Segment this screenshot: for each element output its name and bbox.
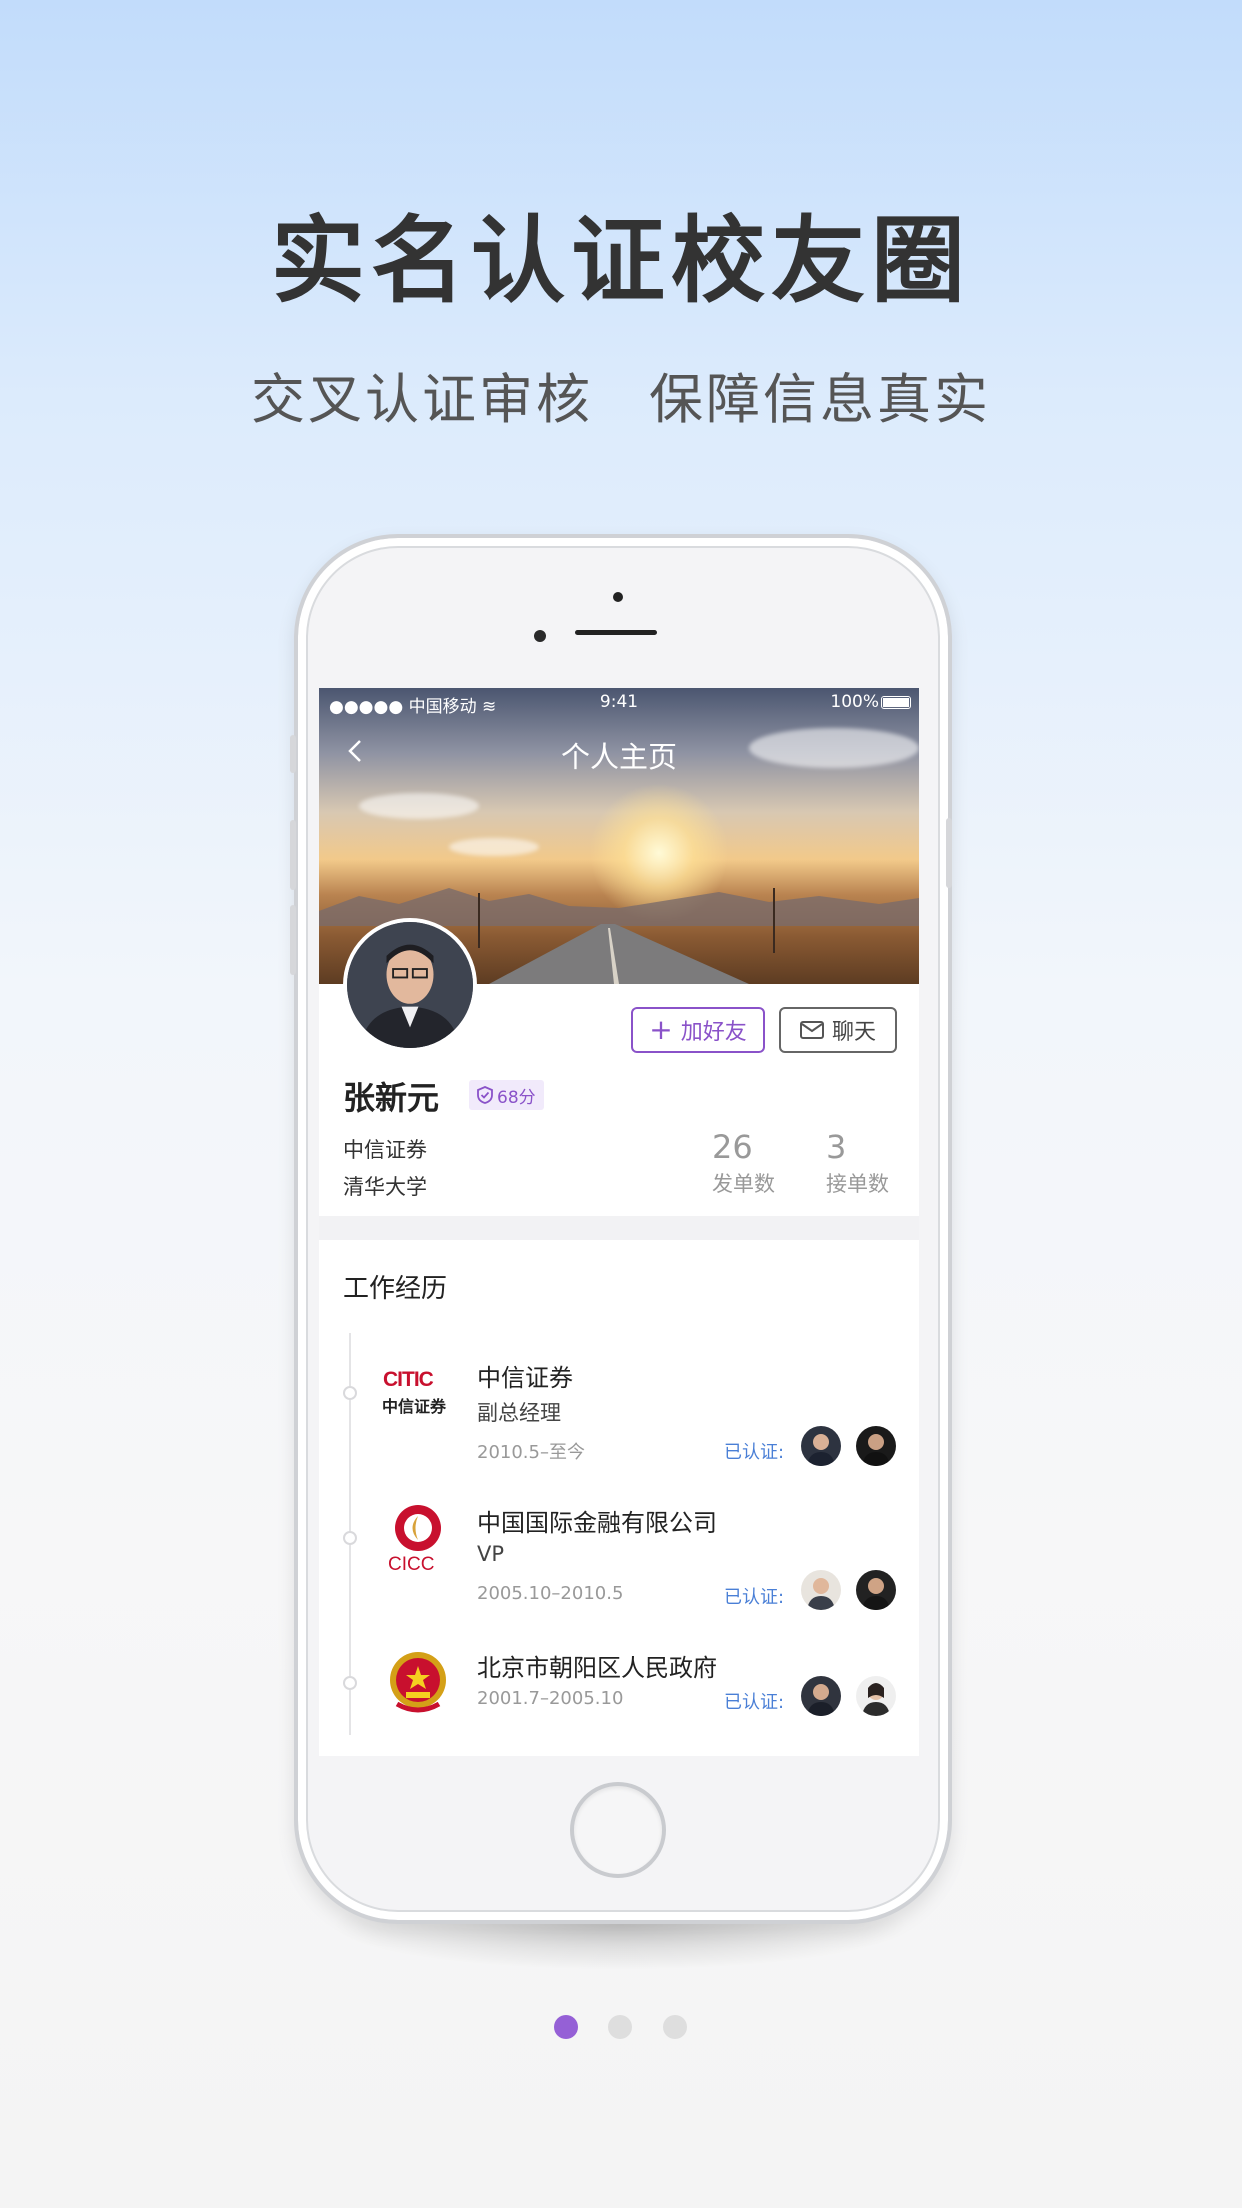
verifier-portrait xyxy=(862,1578,890,1610)
timeline-dot xyxy=(343,1386,357,1400)
mute-switch xyxy=(290,735,296,773)
plus-icon: + xyxy=(649,1013,673,1046)
job-period: 2001.7–2005.10 xyxy=(477,1688,624,1709)
citic-logo: CITIC 中信证券 xyxy=(379,1356,457,1434)
page-title: 个人主页 xyxy=(560,740,677,774)
verified-label: 已认证: xyxy=(724,1587,785,1608)
verifier-portrait xyxy=(862,1434,890,1466)
home-button[interactable] xyxy=(570,1782,666,1878)
page-dot-3[interactable] xyxy=(663,2015,687,2039)
verifier-portrait xyxy=(807,1684,835,1716)
front-camera xyxy=(613,592,623,602)
mail-icon xyxy=(799,1021,824,1039)
subtitle-left: 交叉认证审核 xyxy=(251,368,593,431)
volume-up-button xyxy=(290,820,296,890)
job-company: 北京市朝阳区人民政府 xyxy=(477,1654,717,1682)
verifier-portrait xyxy=(807,1434,835,1466)
verifier-portrait xyxy=(807,1578,835,1610)
battery-percent: 100% xyxy=(830,692,879,712)
verifier-avatar[interactable] xyxy=(856,1676,896,1716)
orders-taken-label: 接单数 xyxy=(826,1172,889,1196)
status-bar: ●●●●● 中国移动 ≋ 9:41 100% xyxy=(319,688,919,718)
headline-title: 实名认证校友圈 xyxy=(270,207,971,316)
job-position: 副总经理 xyxy=(477,1401,561,1425)
orders-posted-count: 26 xyxy=(712,1128,753,1166)
cicc-logo: CICC xyxy=(379,1498,457,1576)
verified-label: 已认证: xyxy=(724,1442,785,1463)
subtitle-right: 保障信息真实 xyxy=(649,368,991,431)
citic-logo-subtext: 中信证券 xyxy=(382,1397,447,1416)
page-dot-2[interactable] xyxy=(608,2015,632,2039)
user-name: 张新元 xyxy=(343,1079,440,1117)
job-company: 中国国际金融有限公司 xyxy=(477,1509,717,1537)
timeline-dot xyxy=(343,1531,357,1545)
add-friend-button[interactable]: + 加好友 xyxy=(631,1007,765,1053)
orders-posted-label: 发单数 xyxy=(712,1172,775,1196)
headline-subtitle: 交叉认证审核 保障信息真实 xyxy=(0,355,1242,434)
verifier-avatar[interactable] xyxy=(801,1570,841,1610)
earpiece xyxy=(575,630,657,635)
avatar-portrait xyxy=(347,922,473,1048)
volume-down-button xyxy=(290,905,296,975)
verifier-portrait xyxy=(862,1683,890,1716)
chat-label: 聊天 xyxy=(831,1020,876,1045)
credit-score-badge: 68分 xyxy=(469,1080,544,1110)
job-position: VP xyxy=(477,1542,505,1566)
citic-logo-text: CITIC xyxy=(383,1368,434,1391)
page-dot-1[interactable] xyxy=(554,2015,578,2039)
shield-icon xyxy=(477,1086,493,1104)
credit-score: 68分 xyxy=(497,1087,536,1108)
verifier-avatar[interactable] xyxy=(856,1426,896,1466)
job-period: 2005.10–2010.5 xyxy=(477,1583,624,1604)
user-school: 清华大学 xyxy=(343,1175,427,1199)
user-company: 中信证券 xyxy=(343,1138,427,1162)
national-emblem-icon xyxy=(390,1652,446,1713)
verifier-avatar[interactable] xyxy=(856,1570,896,1610)
power-button xyxy=(946,818,952,888)
chat-button[interactable]: 聊天 xyxy=(779,1007,897,1053)
phone-screen: ●●●●● 中国移动 ≋ 9:41 100% 个人主页 + 加好友 聊天 张新元… xyxy=(319,688,919,1756)
job-company: 中信证券 xyxy=(477,1364,573,1392)
clock: 9:41 xyxy=(599,692,639,712)
add-friend-label: 加好友 xyxy=(680,1020,747,1045)
page-indicator xyxy=(0,2015,1242,2039)
avatar[interactable] xyxy=(343,918,477,1052)
verified-label: 已认证: xyxy=(724,1692,785,1713)
government-emblem xyxy=(379,1644,457,1722)
work-experience-title: 工作经历 xyxy=(343,1274,448,1304)
job-period: 2010.5–至今 xyxy=(477,1442,585,1463)
orders-taken-count: 3 xyxy=(826,1128,847,1166)
verifier-avatar[interactable] xyxy=(801,1676,841,1716)
battery-icon xyxy=(881,696,911,709)
cicc-logo-text: CICC xyxy=(388,1554,435,1575)
verifier-avatar[interactable] xyxy=(801,1426,841,1466)
proximity-sensor xyxy=(534,630,546,642)
timeline-dot xyxy=(343,1676,357,1690)
